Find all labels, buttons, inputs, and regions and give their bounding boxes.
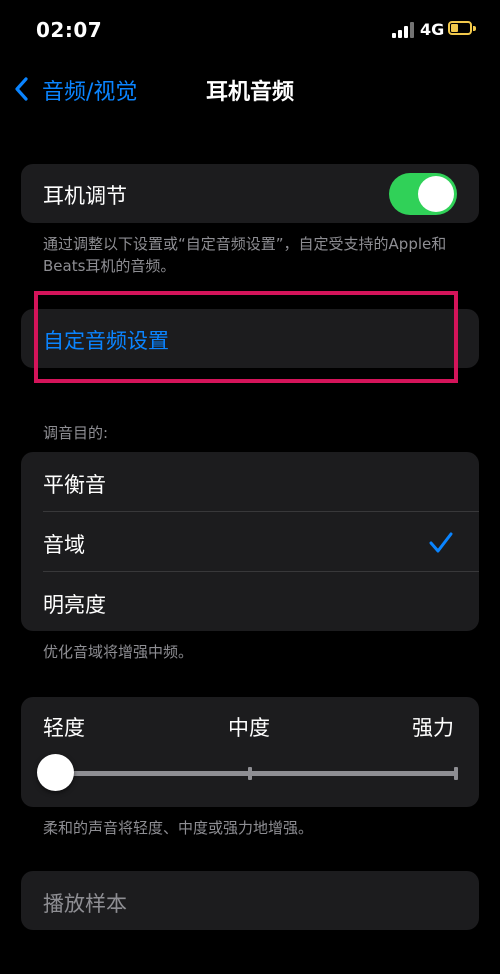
headphone-accommodation-label: 耳机调节 <box>43 184 127 208</box>
slider-tick <box>248 767 252 780</box>
tune-option-brightness[interactable]: 明亮度 <box>43 589 106 619</box>
tune-option-vocal-range[interactable]: 音域 <box>43 529 85 559</box>
highlight-box <box>34 291 458 383</box>
toggle-knob <box>418 176 454 212</box>
boost-slider-track[interactable] <box>56 771 458 776</box>
divider <box>43 571 479 572</box>
tune-for-header: 调音目的: <box>43 424 109 442</box>
boost-footnote: 柔和的声音将轻度、中度或强力地增强。 <box>43 819 314 837</box>
boost-slider-thumb[interactable] <box>37 754 74 791</box>
boost-label-slight: 轻度 <box>43 716 85 740</box>
headphone-accommodation-footnote: 通过调整以下设置或“自定音频设置”，自定受支持的Apple和Beats耳机的音频… <box>43 235 447 275</box>
headphone-accommodation-toggle[interactable] <box>389 173 457 215</box>
network-type: 4G <box>420 20 445 39</box>
cellular-signal-icon <box>392 22 414 38</box>
checkmark-icon <box>428 530 454 556</box>
boost-label-moderate: 中度 <box>228 716 270 740</box>
status-time: 02:07 <box>36 18 103 42</box>
divider <box>43 511 479 512</box>
battery-tip <box>473 26 476 31</box>
page-title: 耳机音频 <box>205 80 294 105</box>
tune-for-footnote: 优化音域将增强中频。 <box>43 643 194 661</box>
slider-tick <box>454 767 458 780</box>
play-sample-label[interactable]: 播放样本 <box>43 888 127 918</box>
boost-label-strong: 强力 <box>412 716 454 740</box>
tune-option-balanced-tone[interactable]: 平衡音 <box>43 469 106 499</box>
battery-charging-icon <box>448 21 472 35</box>
